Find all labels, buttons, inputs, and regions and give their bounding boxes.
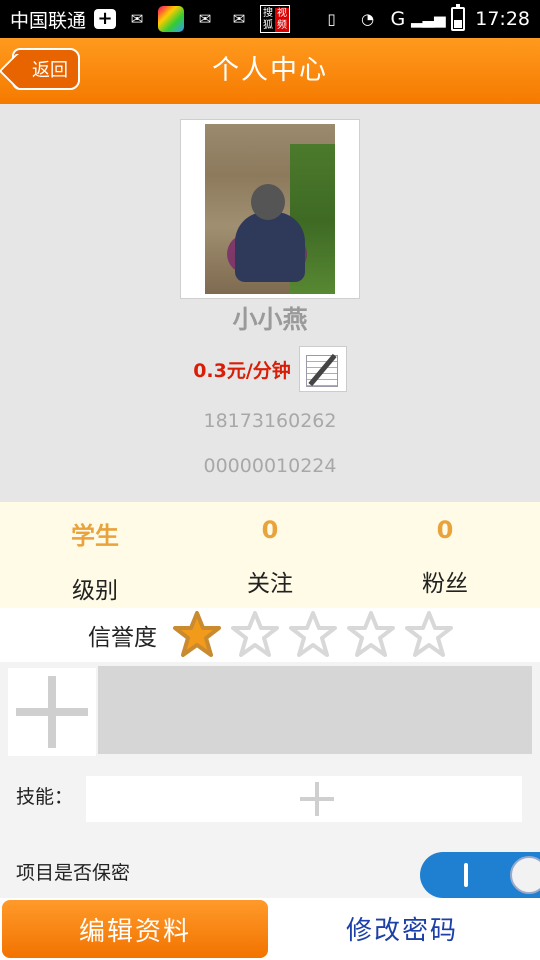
wifi-icon: ◔ [360, 10, 375, 28]
app-notification-icon [158, 6, 185, 32]
sohu-video-icon: 搜狐 视频 [260, 5, 291, 33]
vibrate-icon: ▯ [327, 10, 336, 28]
toggle-on-indicator [464, 863, 468, 887]
star-empty-icon [405, 611, 453, 657]
details-section: 技能： 项目是否保密 [0, 662, 540, 898]
back-button[interactable]: 返回 [12, 48, 80, 90]
back-button-label: 返回 [32, 60, 68, 81]
edit-price-icon[interactable] [298, 346, 347, 392]
star-empty-icon [289, 611, 337, 657]
secret-project-toggle[interactable] [420, 852, 540, 898]
stat-fans-label: 粉丝 [422, 571, 468, 597]
price-per-minute: 0.3元/分钟 [193, 359, 291, 382]
user-id: 00000010224 [203, 455, 337, 477]
avatar-photo [205, 124, 335, 294]
star-filled-icon [173, 611, 221, 657]
phone-number: 18173160262 [203, 410, 337, 432]
wechat-notification-icon: ✉ [232, 10, 246, 28]
signal-icon: ▂▃▅ [410, 10, 446, 28]
stat-level-value: 学生 [71, 522, 119, 550]
skills-label: 技能： [16, 786, 74, 808]
wechat-notification-icon: ✉ [198, 10, 212, 28]
change-password-button[interactable]: 修改密码 [346, 910, 458, 947]
status-bar: 中国联通 + ✉ ✉ ✉ 搜狐 视频 ▯ ◔ G ▂▃▅ 17:28 [0, 0, 540, 38]
carrier-label: 中国联通 [10, 9, 87, 32]
credit-label: 信誉度 [88, 625, 157, 651]
add-skill-icon[interactable] [298, 780, 336, 818]
bottom-bar: 编辑资料 修改密码 [0, 898, 540, 960]
price-row: 0.3元/分钟 [0, 346, 540, 392]
clock: 17:28 [475, 8, 530, 30]
skills-field[interactable] [86, 776, 522, 822]
battery-icon [451, 4, 466, 31]
avatar[interactable] [180, 119, 360, 299]
stats-section: 学生 级别 0 关注 0 粉丝 [0, 502, 540, 608]
stat-following[interactable]: 0 关注 [210, 516, 330, 598]
photo-strip [98, 666, 532, 754]
star-empty-icon [231, 611, 279, 657]
edit-profile-button[interactable]: 编辑资料 [2, 900, 268, 958]
secret-project-label: 项目是否保密 [16, 862, 131, 884]
nickname: 小小燕 [232, 305, 308, 334]
toggle-knob [510, 856, 540, 894]
stat-level: 学生 级别 [35, 516, 155, 605]
page-title: 个人中心 [212, 55, 328, 86]
credit-stars [172, 610, 454, 660]
stat-following-label: 关注 [247, 571, 293, 597]
stat-fans-value: 0 [436, 516, 454, 544]
add-photo-button[interactable] [8, 668, 96, 756]
stat-fans[interactable]: 0 粉丝 [385, 516, 505, 598]
star-empty-icon [347, 611, 395, 657]
plus-notification-icon: + [94, 9, 117, 29]
stat-level-label: 级别 [72, 578, 118, 604]
wechat-notification-icon: ✉ [130, 10, 144, 28]
network-type-label: G [390, 8, 406, 30]
stat-following-value: 0 [261, 516, 279, 544]
credit-row: 信誉度 [0, 608, 540, 662]
header-bar: 个人中心 返回 [0, 38, 540, 104]
